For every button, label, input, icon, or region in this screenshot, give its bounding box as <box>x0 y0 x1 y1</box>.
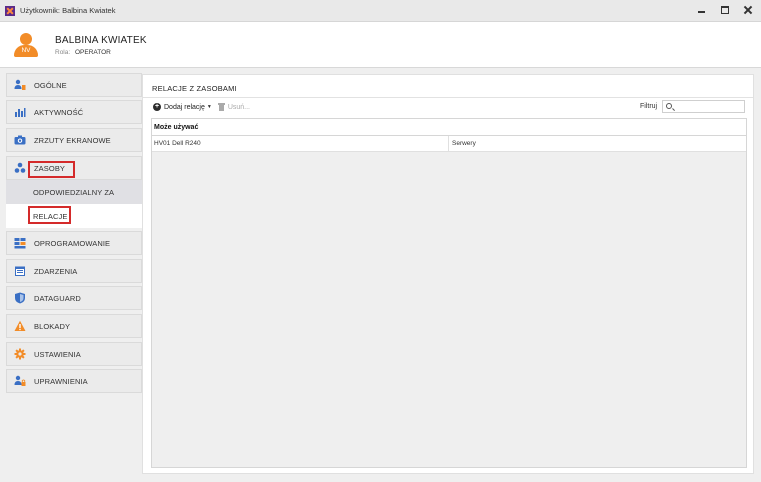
plus-icon: + <box>153 103 161 111</box>
window-controls <box>697 5 753 15</box>
window-title: Użytkownik: Balbina Kwiatek <box>20 6 116 15</box>
warning-icon <box>14 320 26 332</box>
filter-input[interactable] <box>662 100 745 113</box>
sidebar-item-label: OGÓLNE <box>34 80 67 90</box>
sidebar-item-uprawnienia[interactable]: UPRAWNIENIA <box>6 369 142 393</box>
sidebar-item-label: ZDARZENIA <box>34 266 78 276</box>
sidebar-item-label: ZASOBY <box>34 163 66 173</box>
sidebar-item-label: DATAGUARD <box>34 293 81 303</box>
sidebar-item-label: AKTYWNOŚĆ <box>34 107 84 117</box>
user-name: BALBINA KWIATEK <box>55 35 147 46</box>
sidebar-subitem-label: ODPOWIEDZIALNY ZA <box>33 187 115 197</box>
user-role: Rola: OPERATOR <box>55 49 111 56</box>
calendar-icon <box>14 265 26 277</box>
sidebar-item-label: OPROGRAMOWANIE <box>34 238 111 248</box>
remove-button[interactable]: Usuń... <box>217 103 250 111</box>
sidebar-item-oprogramowanie[interactable]: OPROGRAMOWANIE <box>6 231 142 255</box>
toolbar: + Dodaj relację ▼ Usuń... <box>153 103 250 111</box>
table-row[interactable]: HV01 Dell R240 Serwery <box>152 136 746 152</box>
cell-category: Serwery <box>452 140 476 147</box>
software-icon <box>14 237 26 249</box>
sidebar-item-label: ZRZUTY EKRANOWE <box>34 135 111 145</box>
search-icon <box>666 103 672 109</box>
panel-title: RELACJE Z ZASOBAMI <box>152 84 237 93</box>
app-logo-icon <box>5 5 15 16</box>
sidebar-item-zasoby[interactable]: ZASOBY <box>6 156 142 180</box>
avatar: NV <box>14 33 38 59</box>
user-settings-icon <box>14 79 26 91</box>
sidebar-item-zrzuty-ekranowe[interactable]: ZRZUTY EKRANOWE <box>6 128 142 152</box>
sidebar-item-dataguard[interactable]: DATAGUARD <box>6 286 142 310</box>
grid-group-header[interactable]: Może używać <box>152 119 746 136</box>
relations-grid: Może używać HV01 Dell R240 Serwery <box>151 118 747 468</box>
group-header-label: Może używać <box>154 124 199 131</box>
close-button[interactable] <box>743 5 753 15</box>
sidebar-item-aktywnosc[interactable]: AKTYWNOŚĆ <box>6 100 142 124</box>
sidebar: OGÓLNE AKTYWNOŚĆ ZRZUTY EKRANOWE ZASOBY … <box>6 73 142 473</box>
panel-divider <box>143 97 753 98</box>
add-relation-button[interactable]: + Dodaj relację ▼ <box>153 103 212 111</box>
caret-down-icon: ▼ <box>206 104 212 110</box>
avatar-head <box>20 33 32 45</box>
add-relation-label: Dodaj relację <box>164 103 205 111</box>
sidebar-item-blokady[interactable]: BLOKADY <box>6 314 142 338</box>
sidebar-item-ogolne[interactable]: OGÓLNE <box>6 73 142 97</box>
filter-label: Filtruj <box>640 103 658 110</box>
title-bar: Użytkownik: Balbina Kwiatek <box>0 0 761 22</box>
sidebar-subitem-relacje[interactable]: RELACJE <box>6 204 142 228</box>
sidebar-item-label: BLOKADY <box>34 321 71 331</box>
gear-icon <box>14 348 26 360</box>
cell-divider <box>448 136 449 152</box>
sidebar-item-zdarzenia[interactable]: ZDARZENIA <box>6 259 142 283</box>
minimize-button[interactable] <box>697 5 707 15</box>
role-value: OPERATOR <box>75 49 111 56</box>
user-header: NV BALBINA KWIATEK Rola: OPERATOR <box>0 22 761 68</box>
remove-label: Usuń... <box>227 103 250 111</box>
permissions-icon <box>14 375 26 387</box>
maximize-button[interactable] <box>720 5 730 15</box>
sidebar-subitem-odpowiedzialny-za[interactable]: ODPOWIEDZIALNY ZA <box>6 180 142 204</box>
sidebar-item-ustawienia[interactable]: USTAWIENIA <box>6 342 142 366</box>
trash-icon <box>217 103 225 111</box>
cell-name: HV01 Dell R240 <box>154 140 201 147</box>
resources-icon <box>14 162 26 174</box>
avatar-initials: NV <box>21 47 31 54</box>
sidebar-item-label: UPRAWNIENIA <box>34 376 88 386</box>
bar-chart-icon <box>14 106 26 118</box>
relations-panel: RELACJE Z ZASOBAMI + Dodaj relację ▼ Usu… <box>142 74 754 474</box>
role-label: Rola: <box>55 49 71 56</box>
shield-icon <box>14 292 26 304</box>
sidebar-item-label: USTAWIENIA <box>34 349 81 359</box>
camera-icon <box>14 134 26 146</box>
sidebar-subitem-label: RELACJE <box>33 211 68 221</box>
